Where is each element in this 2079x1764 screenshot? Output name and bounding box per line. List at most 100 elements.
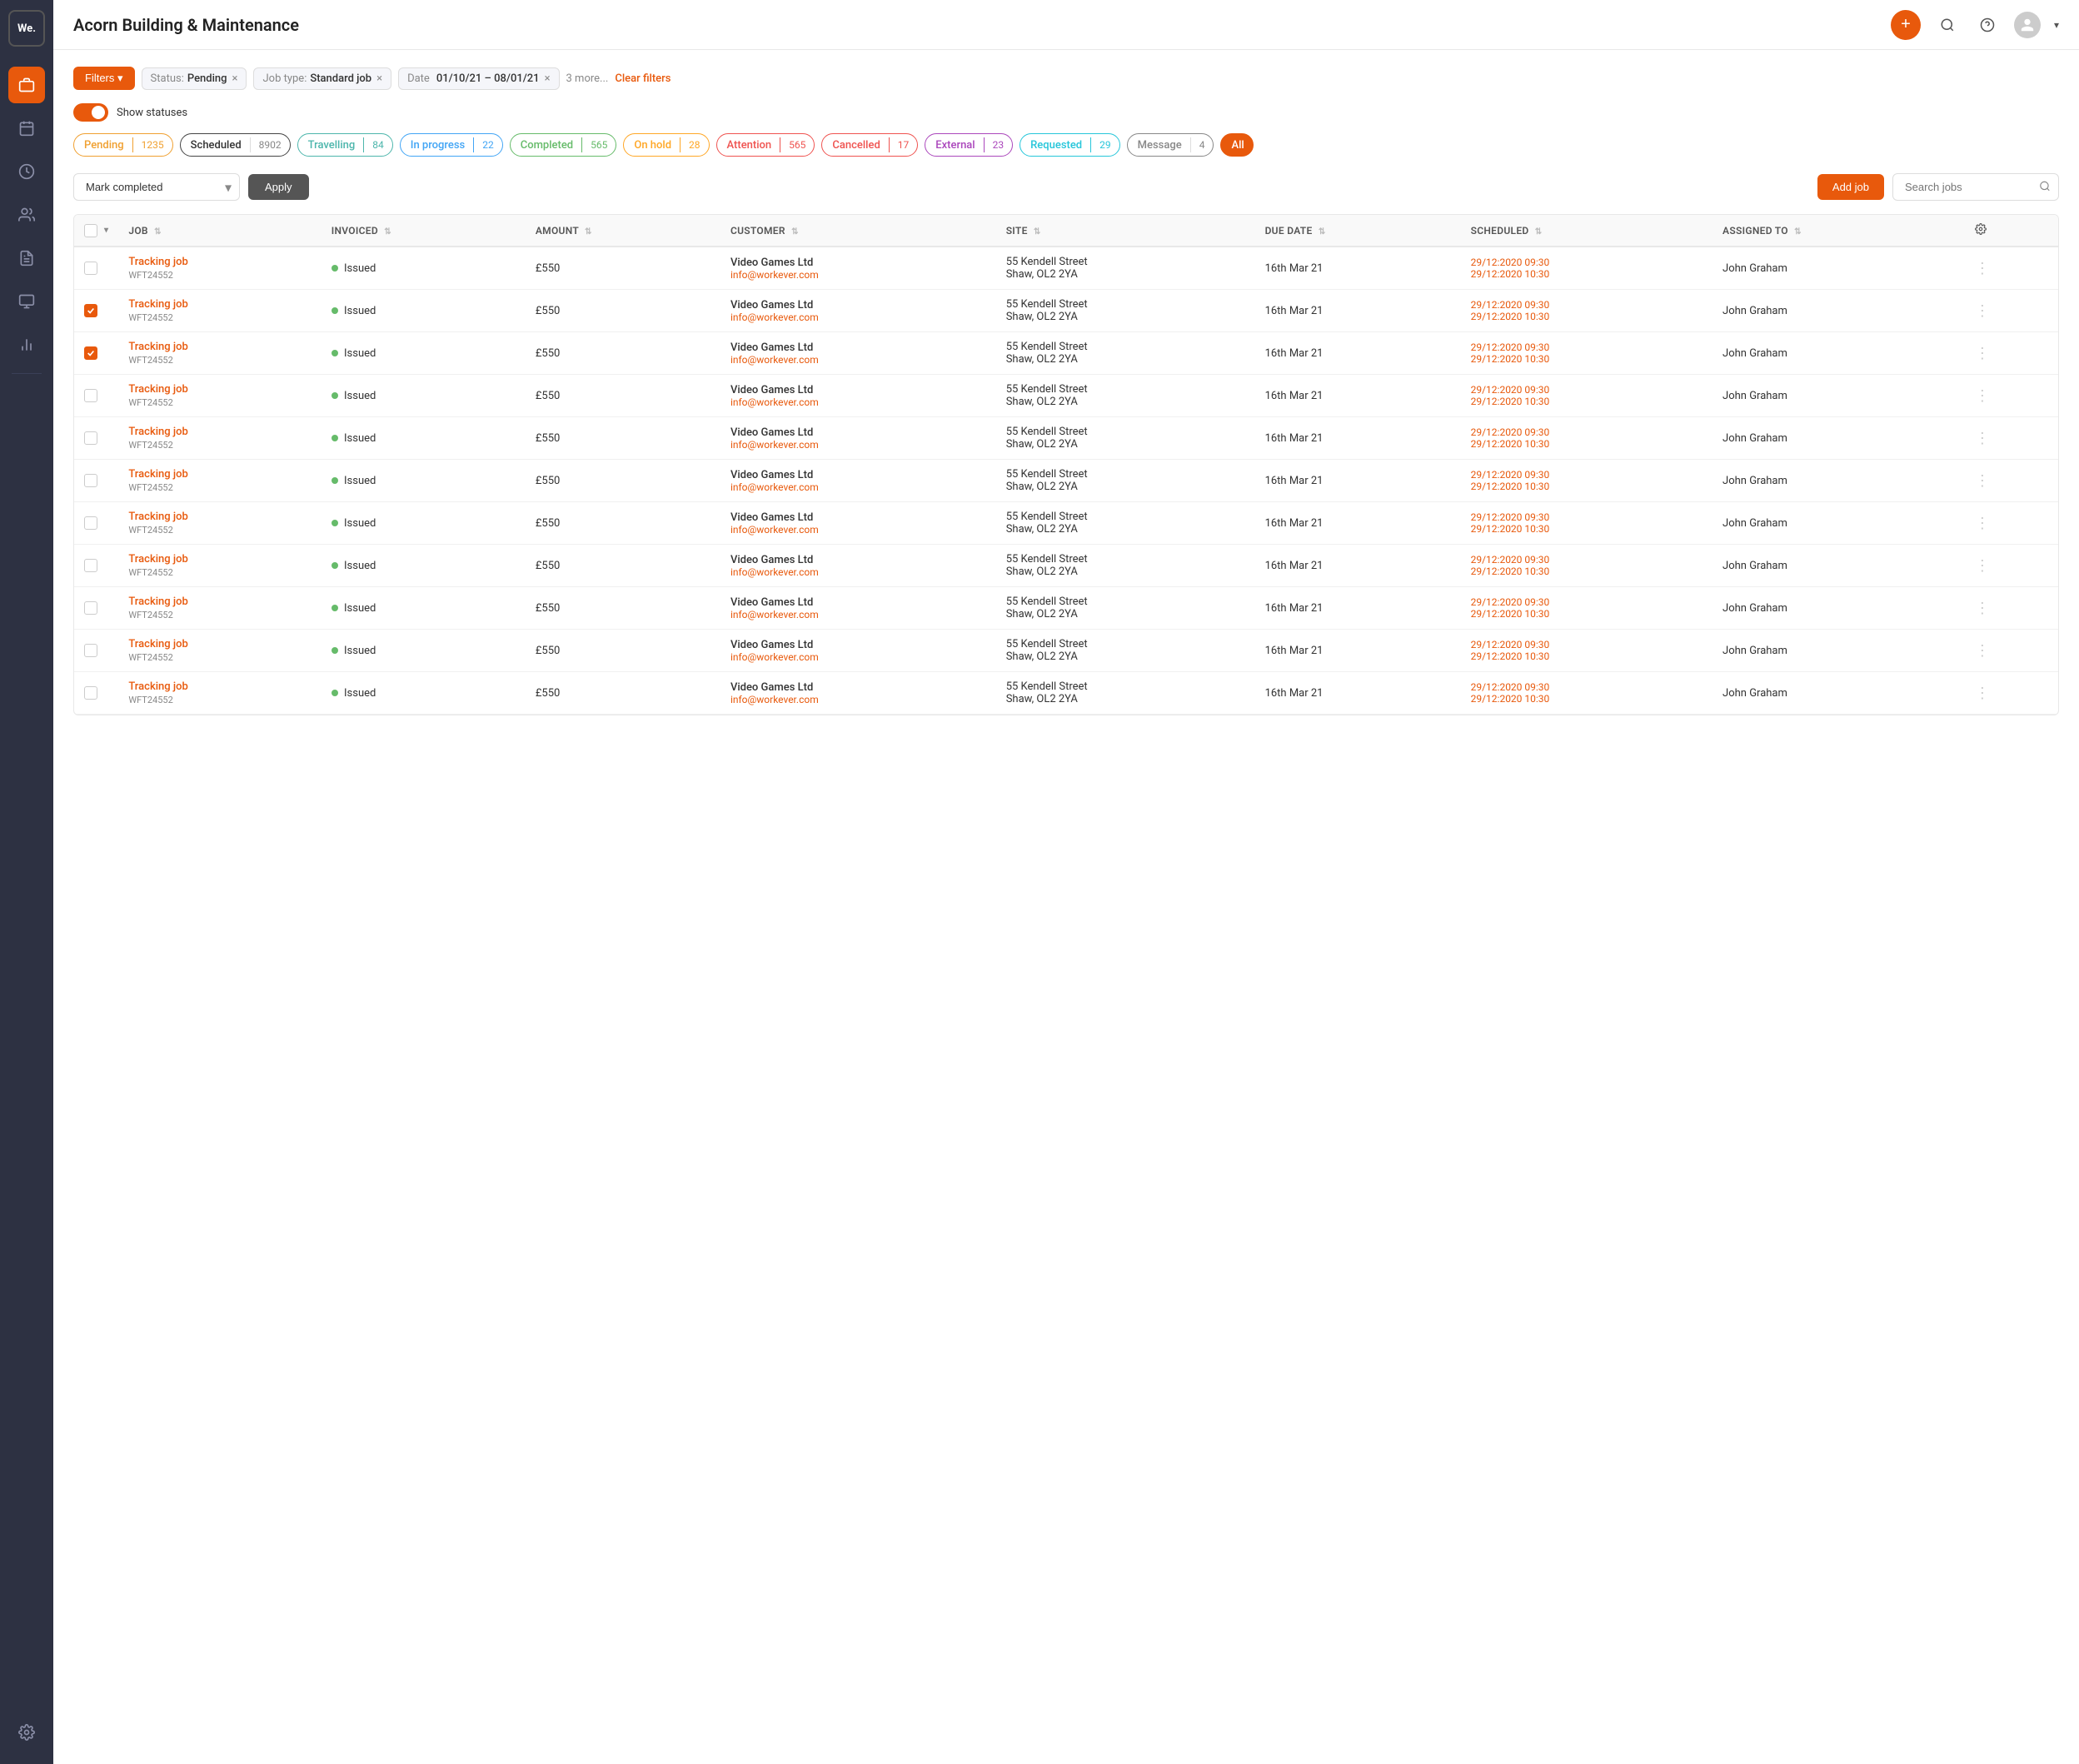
customer-email[interactable]: info@workever.com	[730, 396, 986, 408]
row-context-menu[interactable]: ⋮	[1975, 685, 2048, 702]
row-context-menu[interactable]: ⋮	[1975, 515, 2048, 532]
sidebar-item-users[interactable]	[8, 197, 45, 233]
search-icon-btn[interactable]	[1934, 12, 1961, 38]
customer-email[interactable]: info@workever.com	[730, 694, 986, 705]
row-context-menu[interactable]: ⋮	[1975, 302, 2048, 320]
chip-inprogress[interactable]: In progress 22	[400, 133, 503, 157]
customer-email[interactable]: info@workever.com	[730, 651, 986, 663]
chip-travelling[interactable]: Travelling 84	[297, 133, 393, 157]
row-context-menu[interactable]: ⋮	[1975, 472, 2048, 490]
chip-all[interactable]: All	[1220, 133, 1253, 157]
job-name-link[interactable]: Tracking job	[128, 383, 311, 396]
clear-filters-button[interactable]: Clear filters	[615, 72, 671, 85]
filter-chip-status-close[interactable]: ×	[232, 72, 238, 85]
customer-name: Video Games Ltd	[730, 384, 986, 396]
th-checkbox: ▾	[74, 215, 118, 247]
job-name-link[interactable]: Tracking job	[128, 680, 311, 693]
job-name-link[interactable]: Tracking job	[128, 426, 311, 438]
filter-more[interactable]: 3 more...	[566, 72, 609, 85]
chip-onhold[interactable]: On hold 28	[623, 133, 709, 157]
row-site-cell: 55 Kendell Street Shaw, OL2 2YA	[996, 332, 1255, 375]
customer-email[interactable]: info@workever.com	[730, 524, 986, 536]
chip-onhold-count: 28	[680, 137, 709, 152]
row-context-menu[interactable]: ⋮	[1975, 557, 2048, 575]
row-checkbox[interactable]	[84, 474, 97, 487]
filter-chip-date-close[interactable]: ×	[545, 72, 551, 85]
apply-button[interactable]: Apply	[248, 174, 309, 200]
row-checkbox[interactable]	[84, 346, 97, 360]
customer-email[interactable]: info@workever.com	[730, 439, 986, 451]
row-site-cell: 55 Kendell Street Shaw, OL2 2YA	[996, 417, 1255, 460]
select-all-checkbox[interactable]	[84, 224, 97, 237]
job-name-link[interactable]: Tracking job	[128, 468, 311, 481]
row-checkbox[interactable]	[84, 304, 97, 317]
job-name-link[interactable]: Tracking job	[128, 298, 311, 311]
assigned-name: John Graham	[1723, 262, 1787, 275]
filter-chip-date[interactable]: Date 01/10/21 – 08/01/21 ×	[398, 67, 559, 90]
chip-scheduled[interactable]: Scheduled 8902	[180, 133, 291, 157]
row-context-menu[interactable]: ⋮	[1975, 642, 2048, 660]
sidebar-item-calendar[interactable]	[8, 110, 45, 147]
customer-email[interactable]: info@workever.com	[730, 609, 986, 620]
row-checkbox[interactable]	[84, 262, 97, 275]
row-checkbox[interactable]	[84, 431, 97, 445]
row-context-menu[interactable]: ⋮	[1975, 387, 2048, 405]
sidebar-item-jobs[interactable]	[8, 67, 45, 103]
select-all-chevron[interactable]: ▾	[104, 226, 108, 235]
row-checkbox[interactable]	[84, 516, 97, 530]
chip-attention[interactable]: Attention 565	[716, 133, 815, 157]
sidebar-item-invoices[interactable]	[8, 283, 45, 320]
row-context-menu[interactable]: ⋮	[1975, 260, 2048, 277]
customer-email[interactable]: info@workever.com	[730, 354, 986, 366]
row-checkbox[interactable]	[84, 686, 97, 700]
filter-chip-jobtype-close[interactable]: ×	[376, 72, 382, 85]
sidebar-item-history[interactable]	[8, 153, 45, 190]
bulk-action-select[interactable]: Mark completed	[73, 173, 240, 201]
add-button[interactable]: +	[1891, 10, 1921, 40]
row-context-menu[interactable]: ⋮	[1975, 600, 2048, 617]
customer-email[interactable]: info@workever.com	[730, 311, 986, 323]
row-customer-cell: Video Games Ltd info@workever.com	[720, 502, 996, 545]
row-checkbox[interactable]	[84, 644, 97, 657]
customer-email[interactable]: info@workever.com	[730, 269, 986, 281]
chip-message[interactable]: Message 4	[1127, 133, 1214, 157]
invoiced-dot	[332, 265, 338, 272]
show-statuses-toggle[interactable]	[73, 103, 108, 122]
add-job-button[interactable]: Add job	[1817, 174, 1884, 200]
search-input[interactable]	[1892, 173, 2059, 201]
filters-button[interactable]: Filters ▾	[73, 67, 135, 90]
th-settings[interactable]	[1965, 215, 2058, 247]
row-context-menu[interactable]: ⋮	[1975, 345, 2048, 362]
customer-email[interactable]: info@workever.com	[730, 566, 986, 578]
filter-chip-jobtype[interactable]: Job type: Standard job ×	[253, 67, 391, 90]
row-menu-cell: ⋮	[1965, 587, 2058, 630]
row-context-menu[interactable]: ⋮	[1975, 430, 2048, 447]
chip-pending[interactable]: Pending 1235	[73, 133, 173, 157]
chip-external[interactable]: External 23	[925, 133, 1013, 157]
row-amount-cell: £550	[526, 460, 720, 502]
job-name-link[interactable]: Tracking job	[128, 511, 311, 523]
user-menu-chevron[interactable]: ▾	[2054, 19, 2059, 31]
chip-completed[interactable]: Completed 565	[510, 133, 617, 157]
customer-email[interactable]: info@workever.com	[730, 481, 986, 493]
sidebar-item-reports[interactable]	[8, 240, 45, 277]
chip-cancelled[interactable]: Cancelled 17	[821, 133, 918, 157]
chip-requested[interactable]: Requested 29	[1020, 133, 1120, 157]
job-name-link[interactable]: Tracking job	[128, 638, 311, 650]
job-name-link[interactable]: Tracking job	[128, 256, 311, 268]
sidebar-item-settings[interactable]	[8, 1714, 45, 1751]
job-name-link[interactable]: Tracking job	[128, 341, 311, 353]
row-checkbox[interactable]	[84, 601, 97, 615]
filter-chip-status[interactable]: Status: Pending ×	[142, 67, 247, 90]
row-checkbox[interactable]	[84, 389, 97, 402]
row-site-cell: 55 Kendell Street Shaw, OL2 2YA	[996, 460, 1255, 502]
row-checkbox[interactable]	[84, 559, 97, 572]
row-duedate-cell: 16th Mar 21	[1255, 460, 1461, 502]
help-icon-btn[interactable]	[1974, 12, 2001, 38]
user-avatar[interactable]	[2014, 12, 2041, 38]
job-name-link[interactable]: Tracking job	[128, 553, 311, 566]
due-date-value: 16th Mar 21	[1265, 390, 1324, 402]
sidebar-item-analytics[interactable]	[8, 326, 45, 363]
row-assigned-cell: John Graham	[1713, 672, 1965, 715]
job-name-link[interactable]: Tracking job	[128, 595, 311, 608]
